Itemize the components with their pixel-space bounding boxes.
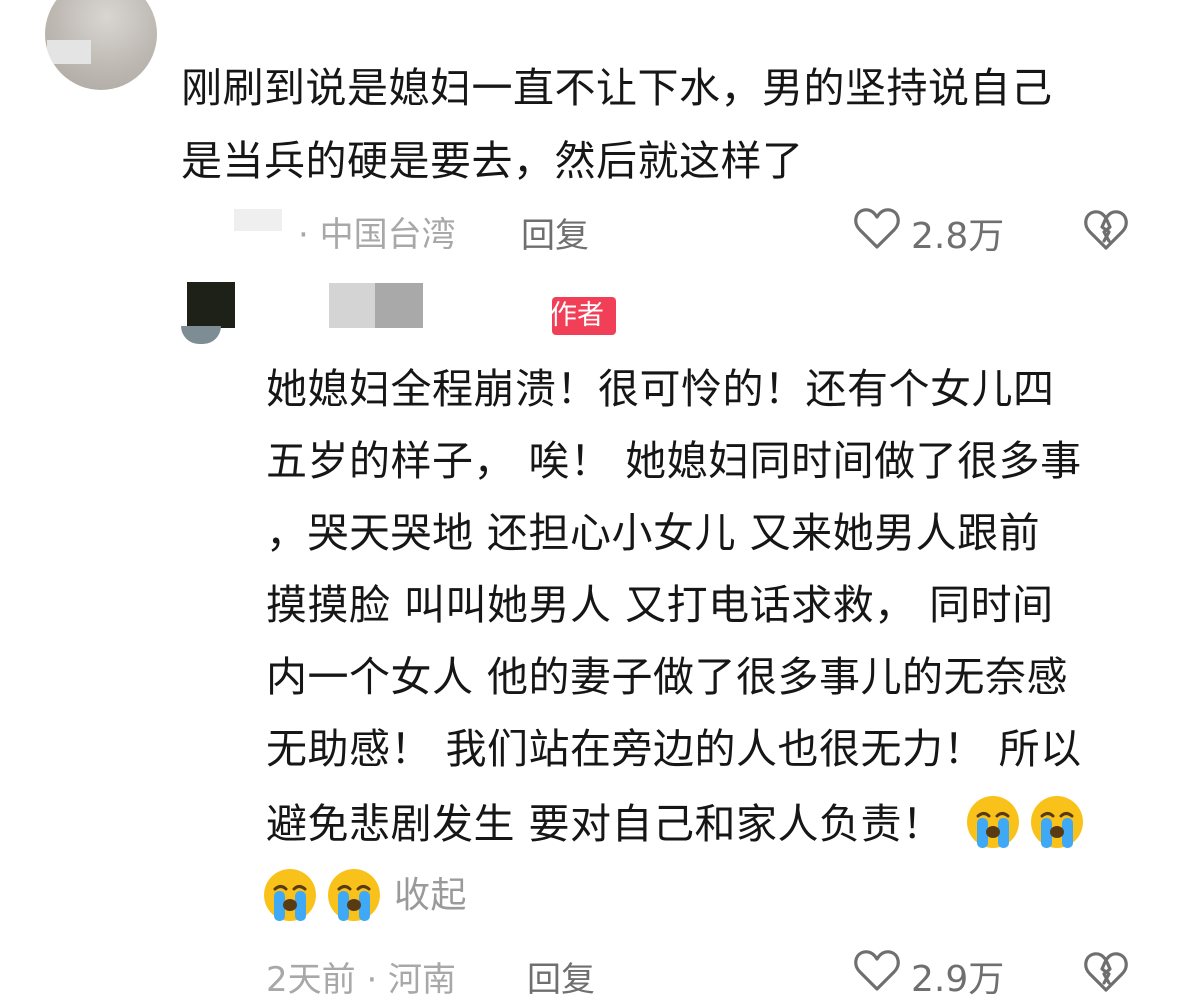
loudly-crying-face-emoji (264, 869, 316, 921)
author-avatar[interactable] (181, 282, 235, 344)
reply-button[interactable]: 回复 (521, 208, 589, 257)
like-count: 2.8万 (911, 216, 1005, 257)
commenter-avatar[interactable] (45, 0, 157, 90)
reply-text-line: 内一个女人 他的妻子做了很多事儿的无奈感 (266, 653, 1069, 701)
loudly-crying-face-emoji (967, 796, 1020, 848)
author-name-redacted (329, 283, 375, 328)
reply-text-line-last: 收起 (262, 860, 467, 933)
reply-time-location: 2天前 · 河南 (266, 960, 457, 1000)
like-count: 2.9万 (911, 959, 1005, 1000)
comment-text: 刚刷到说是媳妇一直不让下水，男的坚持说自己 是当兵的硬是要去，然后就这样了 (181, 52, 1141, 198)
reply-text-line: 摸摸脸 叫叫她男人 又打电话求救， 同时间 (266, 581, 1054, 629)
comment-text-line: 是当兵的硬是要去，然后就这样了 (181, 137, 804, 185)
loudly-crying-face-emoji (328, 869, 380, 921)
comment-location: · 中国台湾 (298, 215, 456, 250)
broken-heart-icon[interactable] (1083, 948, 1129, 994)
comment-text-line: 刚刷到说是媳妇一直不让下水，男的坚持说自己 (181, 64, 1053, 112)
comment-time-redacted (234, 209, 282, 231)
reply-text-line: 她媳妇全程崩溃！很可怜的！还有个女儿四 (266, 365, 1055, 413)
reply-text-line-with-emoji: 避免悲剧发生 要对自己和家人负责！ (266, 788, 1085, 860)
collapse-link[interactable]: 收起 (394, 875, 467, 916)
loudly-crying-face-emoji (1031, 796, 1084, 848)
author-name-redacted (375, 283, 423, 328)
broken-heart-icon[interactable] (1083, 206, 1129, 252)
reply-text-line: 避免悲剧发生 要对自己和家人负责！ (266, 800, 944, 848)
author-badge: 作者 (552, 297, 616, 335)
reply-button[interactable]: 回复 (527, 952, 595, 1001)
reply-text-line: 无助感！ 我们站在旁边的人也很无力！ 所以 (266, 725, 1082, 773)
heart-outline-icon[interactable] (853, 948, 901, 992)
reply-text-line: ，哭天哭地 还担心小女儿 又来她男人跟前 (266, 509, 1041, 557)
heart-outline-icon[interactable] (853, 206, 901, 250)
reply-text-line: 五岁的样子， 唉！ 她媳妇同时间做了很多事 (266, 437, 1082, 485)
